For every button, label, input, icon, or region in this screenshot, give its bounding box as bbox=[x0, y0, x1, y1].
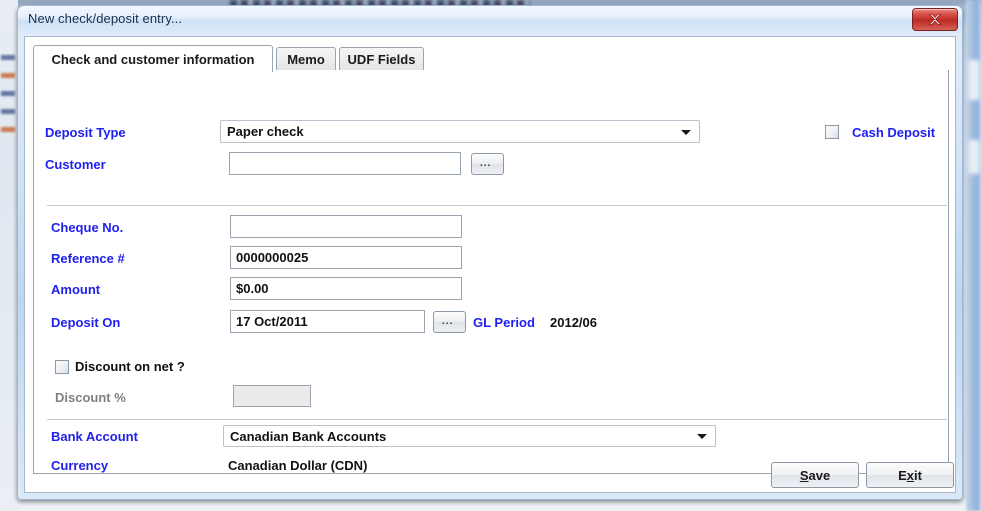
amount-input[interactable] bbox=[230, 277, 462, 300]
amount-label: Amount bbox=[51, 282, 101, 297]
tab-strip: Check and customer information Memo UDF … bbox=[33, 45, 949, 72]
cash-deposit-checkbox[interactable] bbox=[825, 125, 839, 139]
discount-on-net-label: Discount on net ? bbox=[75, 359, 185, 374]
gl-period-value: 2012/06 bbox=[550, 315, 597, 330]
cheque-no-input[interactable] bbox=[230, 215, 462, 238]
chevron-down-icon bbox=[681, 129, 691, 135]
deposit-on-browse-label: ... bbox=[442, 316, 454, 327]
discount-on-net-checkbox[interactable] bbox=[55, 360, 69, 374]
new-check-deposit-entry-dialog: New check/deposit entry... Check and cus… bbox=[17, 5, 963, 500]
exit-button-prefix: E bbox=[898, 467, 907, 483]
separator-top bbox=[47, 205, 947, 206]
cheque-no-label: Cheque No. bbox=[51, 220, 124, 235]
tab-udf-fields[interactable]: UDF Fields bbox=[339, 47, 424, 71]
bank-account-combobox[interactable]: Canadian Bank Accounts bbox=[223, 425, 716, 447]
separator-bottom bbox=[47, 419, 947, 420]
exit-button-suffix: it bbox=[913, 467, 922, 483]
tab-label: UDF Fields bbox=[347, 52, 416, 67]
backdrop-left-icons bbox=[1, 55, 15, 175]
save-button-suffix: ave bbox=[808, 467, 831, 483]
customer-browse-button[interactable]: ... bbox=[471, 153, 504, 175]
tab-check-and-customer-information[interactable]: Check and customer information bbox=[33, 45, 273, 72]
save-button-accel: S bbox=[799, 467, 809, 483]
deposit-type-label: Deposit Type bbox=[45, 125, 126, 140]
currency-value: Canadian Dollar (CDN) bbox=[228, 458, 368, 473]
deposit-on-input[interactable] bbox=[230, 310, 425, 333]
close-button[interactable] bbox=[912, 8, 958, 31]
deposit-type-value: Paper check bbox=[227, 124, 304, 139]
dialog-client-area: Check and customer information Memo UDF … bbox=[24, 36, 956, 493]
exit-button-accel: x bbox=[906, 467, 914, 483]
backdrop-right-blob-a bbox=[968, 60, 980, 100]
gl-period-label: GL Period bbox=[473, 315, 535, 330]
customer-input[interactable] bbox=[229, 152, 461, 175]
bank-account-label: Bank Account bbox=[51, 429, 138, 444]
reference-label: Reference # bbox=[51, 251, 125, 266]
window-title-bar[interactable]: New check/deposit entry... bbox=[18, 6, 962, 34]
backdrop-right-blob-b bbox=[968, 140, 980, 174]
discount-percent-input bbox=[233, 385, 311, 407]
tab-label: Memo bbox=[287, 52, 325, 67]
exit-button[interactable]: Ex it bbox=[866, 462, 954, 488]
save-button[interactable]: Save bbox=[771, 462, 859, 488]
tab-label: Check and customer information bbox=[51, 51, 255, 67]
window-title: New check/deposit entry... bbox=[28, 11, 183, 26]
reference-input[interactable] bbox=[230, 246, 462, 269]
discount-percent-label: Discount % bbox=[55, 390, 126, 405]
deposit-type-combobox[interactable]: Paper check bbox=[220, 120, 700, 143]
deposit-on-browse-button[interactable]: ... bbox=[433, 311, 466, 333]
tab-memo[interactable]: Memo bbox=[276, 47, 336, 71]
cash-deposit-label: Cash Deposit bbox=[852, 125, 936, 140]
customer-label: Customer bbox=[45, 157, 106, 172]
customer-browse-label: ... bbox=[480, 158, 492, 169]
deposit-on-label: Deposit On bbox=[51, 315, 121, 330]
currency-label: Currency bbox=[51, 458, 109, 473]
bank-account-value: Canadian Bank Accounts bbox=[230, 428, 387, 444]
chevron-down-icon bbox=[697, 434, 707, 439]
close-icon bbox=[928, 14, 942, 25]
